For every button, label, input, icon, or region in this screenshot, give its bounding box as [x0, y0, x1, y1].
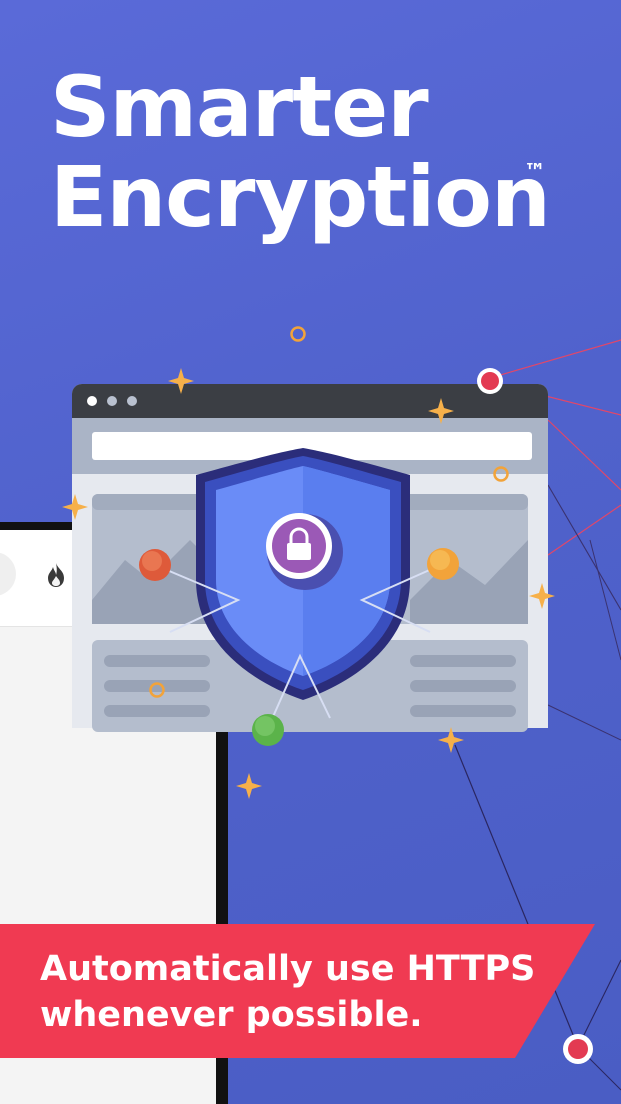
- banner-text: Automatically use HTTPS whenever possibl…: [40, 946, 535, 1038]
- feature-banner: Automatically use HTTPS whenever possibl…: [0, 924, 595, 1058]
- app-store-screenshot: { "headline": { "line1": "Smarter", "lin…: [0, 0, 621, 1104]
- banner-line-1: Automatically use HTTPS: [40, 949, 536, 989]
- banner-line-2: whenever possible.: [40, 995, 423, 1035]
